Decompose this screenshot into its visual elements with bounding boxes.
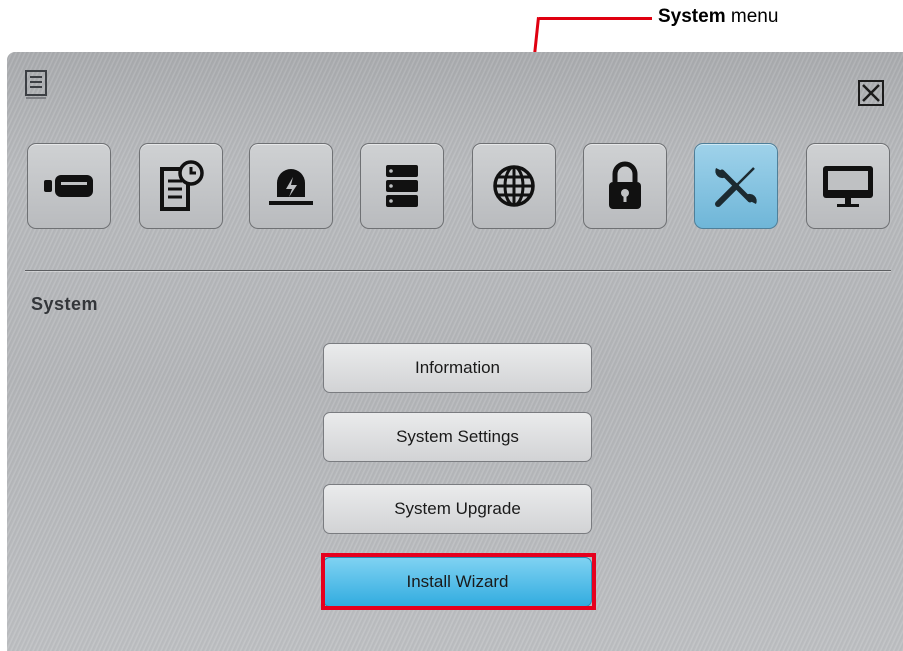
lock-icon — [609, 161, 641, 209]
tab-system[interactable] — [694, 143, 778, 229]
tab-display[interactable] — [806, 143, 890, 229]
tab-alarm[interactable] — [249, 143, 333, 229]
schedule-document-icon — [160, 160, 204, 211]
callout-label: System menu — [658, 6, 778, 28]
close-icon — [862, 84, 880, 102]
tab-camera[interactable] — [27, 143, 111, 229]
menu-list-icon[interactable] — [25, 70, 47, 100]
callout-rest: menu — [725, 6, 779, 27]
callout-line — [539, 17, 652, 20]
system-settings-button[interactable]: System Settings — [323, 412, 592, 462]
tab-network[interactable] — [472, 143, 556, 229]
camera-icon — [44, 175, 93, 197]
tab-storage[interactable] — [360, 143, 444, 229]
storage-icon — [386, 165, 418, 207]
tab-record-schedule[interactable] — [139, 143, 223, 229]
section-divider — [25, 270, 891, 271]
globe-icon — [493, 165, 535, 207]
alarm-icon — [269, 169, 313, 205]
section-title: System — [31, 294, 99, 314]
system-upgrade-button[interactable]: System Upgrade — [323, 484, 592, 534]
close-button[interactable] — [858, 80, 884, 106]
system-menu-panel: System Information System Settings Syste… — [7, 52, 903, 651]
install-wizard-highlight — [321, 553, 596, 610]
tools-icon — [715, 167, 757, 207]
information-button[interactable]: Information — [323, 343, 592, 393]
callout-bold: System — [658, 6, 726, 27]
monitor-icon — [823, 166, 873, 207]
tab-security[interactable] — [583, 143, 667, 229]
